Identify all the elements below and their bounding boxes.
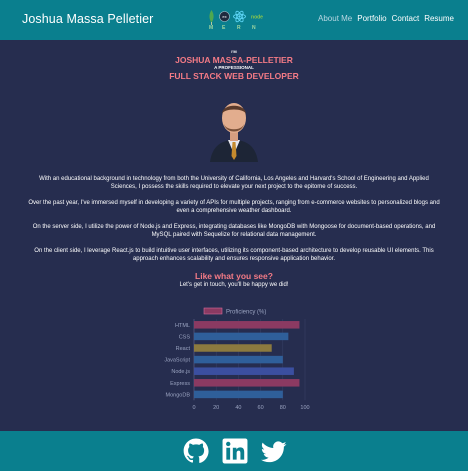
twitter-icon[interactable] [261, 439, 287, 465]
profile-photo [204, 94, 264, 162]
x-tick-label: 0 [192, 405, 195, 411]
chart-bar [194, 390, 283, 399]
legend-label: Proficiency (%) [226, 310, 266, 316]
category-label: HTML [175, 323, 190, 329]
hero-name: JOSHUA MASSA-PELLETIER [175, 55, 293, 65]
category-label: CSS [179, 334, 191, 340]
mongodb-icon [209, 10, 214, 25]
category-label: React [176, 346, 191, 352]
hero-prefix: A PROFESSIONAL [214, 65, 254, 70]
category-label: MongoDB [166, 392, 191, 398]
x-tick-label: 60 [258, 405, 264, 411]
chart-bar [194, 379, 300, 387]
github-icon[interactable] [183, 438, 209, 464]
skills-chart-svg: 0 20 40 60 80 100 Proficiency (%) HTML CSS React J… [164, 307, 310, 411]
category-label: JavaScript [164, 358, 190, 364]
stack-letter-n: N [252, 25, 256, 31]
nav-contact[interactable]: Contact [392, 14, 420, 23]
about-paragraph-apis: Over the past year, I've immersed myself… [28, 200, 440, 214]
nav-about-me[interactable]: About Me [318, 14, 352, 23]
node-icon: node [251, 15, 263, 21]
x-tick-label: 80 [280, 405, 286, 411]
hero-intro: I'M [231, 49, 237, 54]
cta-title: Like what you see? [195, 271, 273, 281]
chart-bar [194, 367, 294, 375]
svg-text:node: node [251, 15, 263, 21]
main-nav: About Me Portfolio Contact Resume [318, 14, 454, 23]
stack-letter-r: R [237, 25, 241, 31]
x-tick-label: 20 [213, 405, 219, 411]
cta-subtitle: Let's get in touch, you'll be happy we d… [179, 282, 289, 288]
chart-bar [194, 355, 283, 364]
nav-portfolio[interactable]: Portfolio [357, 14, 386, 23]
category-label: Node.js [171, 369, 190, 375]
x-tick-label: 100 [300, 405, 309, 411]
x-tick-label: 40 [235, 405, 241, 411]
legend-swatch [203, 307, 223, 315]
about-paragraph-server: On the server side, I utilize the power … [32, 224, 436, 238]
category-label: Express [170, 381, 190, 387]
linkedin-icon[interactable] [222, 438, 248, 464]
stack-letter-e: E [222, 25, 226, 31]
chart-bar [194, 321, 300, 329]
about-paragraph-client: On the client side, I leverage React.js … [34, 248, 434, 262]
chart-bar [194, 332, 289, 341]
express-icon: ex [219, 11, 230, 22]
stack-letter-m: M [209, 25, 214, 31]
svg-text:ex: ex [222, 14, 226, 19]
react-icon [233, 10, 246, 23]
chart-bar [194, 344, 272, 352]
skills-chart: 0 20 40 60 80 100 Proficiency (%) HTML CSS React J… [150, 302, 320, 420]
mern-stack-logos: ex node M E R N [206, 10, 264, 34]
hero-role: FULL STACK WEB DEVELOPER [169, 71, 299, 81]
brand-name[interactable]: Joshua Massa Pelletier [22, 12, 153, 26]
about-paragraph-education: With an educational background in techno… [39, 176, 429, 190]
nav-resume[interactable]: Resume [424, 14, 454, 23]
